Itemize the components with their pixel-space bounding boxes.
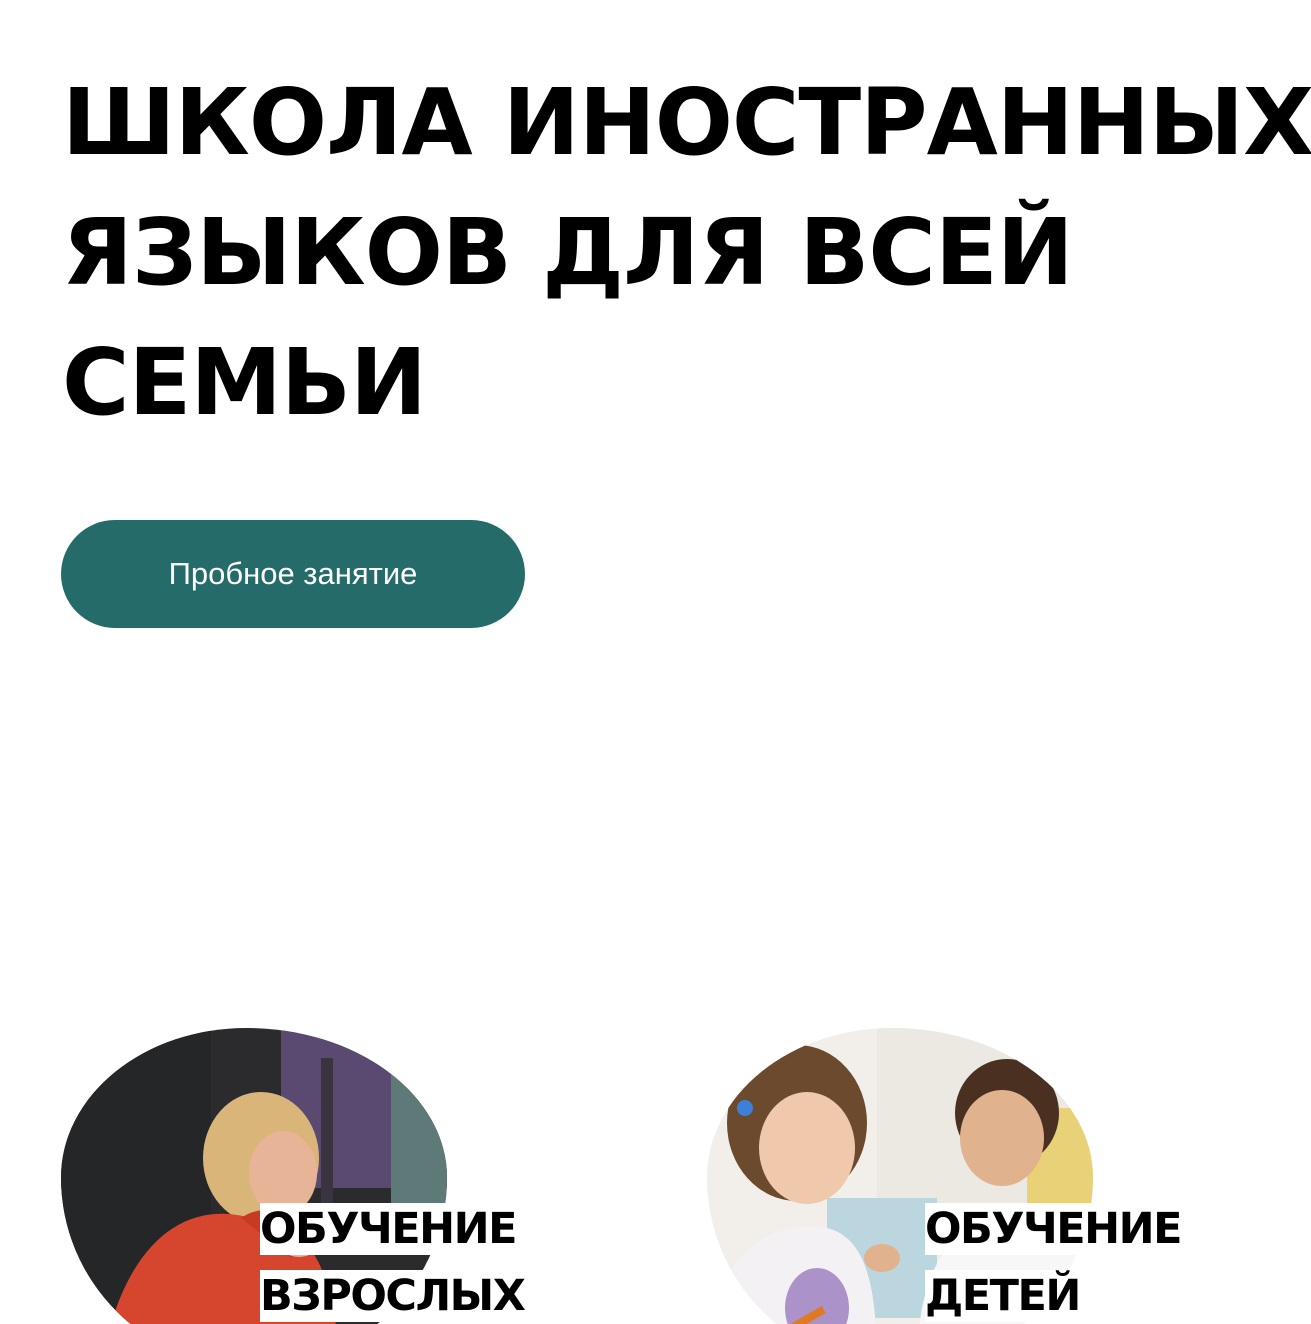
page-title-line-1: ШКОЛА ИНОСТРАННЫХ (62, 69, 1311, 176)
trial-lesson-button[interactable]: Пробное занятие (61, 520, 525, 628)
adults-course-label-line-1: ОБУЧЕНИЕ (260, 1203, 518, 1255)
adults-course-label-line-2: ВЗРОСЛЫХ (260, 1270, 527, 1322)
kids-course-card[interactable]: ОБУЧЕНИЕ ДЕТЕЙ (707, 1028, 1267, 1324)
kids-course-label-line-2: ДЕТЕЙ (925, 1270, 1082, 1322)
page-title: ШКОЛА ИНОСТРАННЫХ ЯЗЫКОВ ДЛЯ ВСЕЙ СЕМЬИ (62, 58, 1311, 448)
page-title-line-3: СЕМЬИ (62, 329, 427, 436)
adults-course-label: ОБУЧЕНИЕ ВЗРОСЛЫХ (260, 1198, 527, 1324)
page-title-line-2: ЯЗЫКОВ ДЛЯ ВСЕЙ (62, 199, 1074, 306)
kids-course-label-line-1: ОБУЧЕНИЕ (925, 1203, 1183, 1255)
kids-course-label: ОБУЧЕНИЕ ДЕТЕЙ (925, 1198, 1183, 1324)
adults-course-card[interactable]: ОБУЧЕНИЕ ВЗРОСЛЫХ (61, 1028, 621, 1324)
trial-lesson-button-label: Пробное занятие (168, 556, 418, 591)
